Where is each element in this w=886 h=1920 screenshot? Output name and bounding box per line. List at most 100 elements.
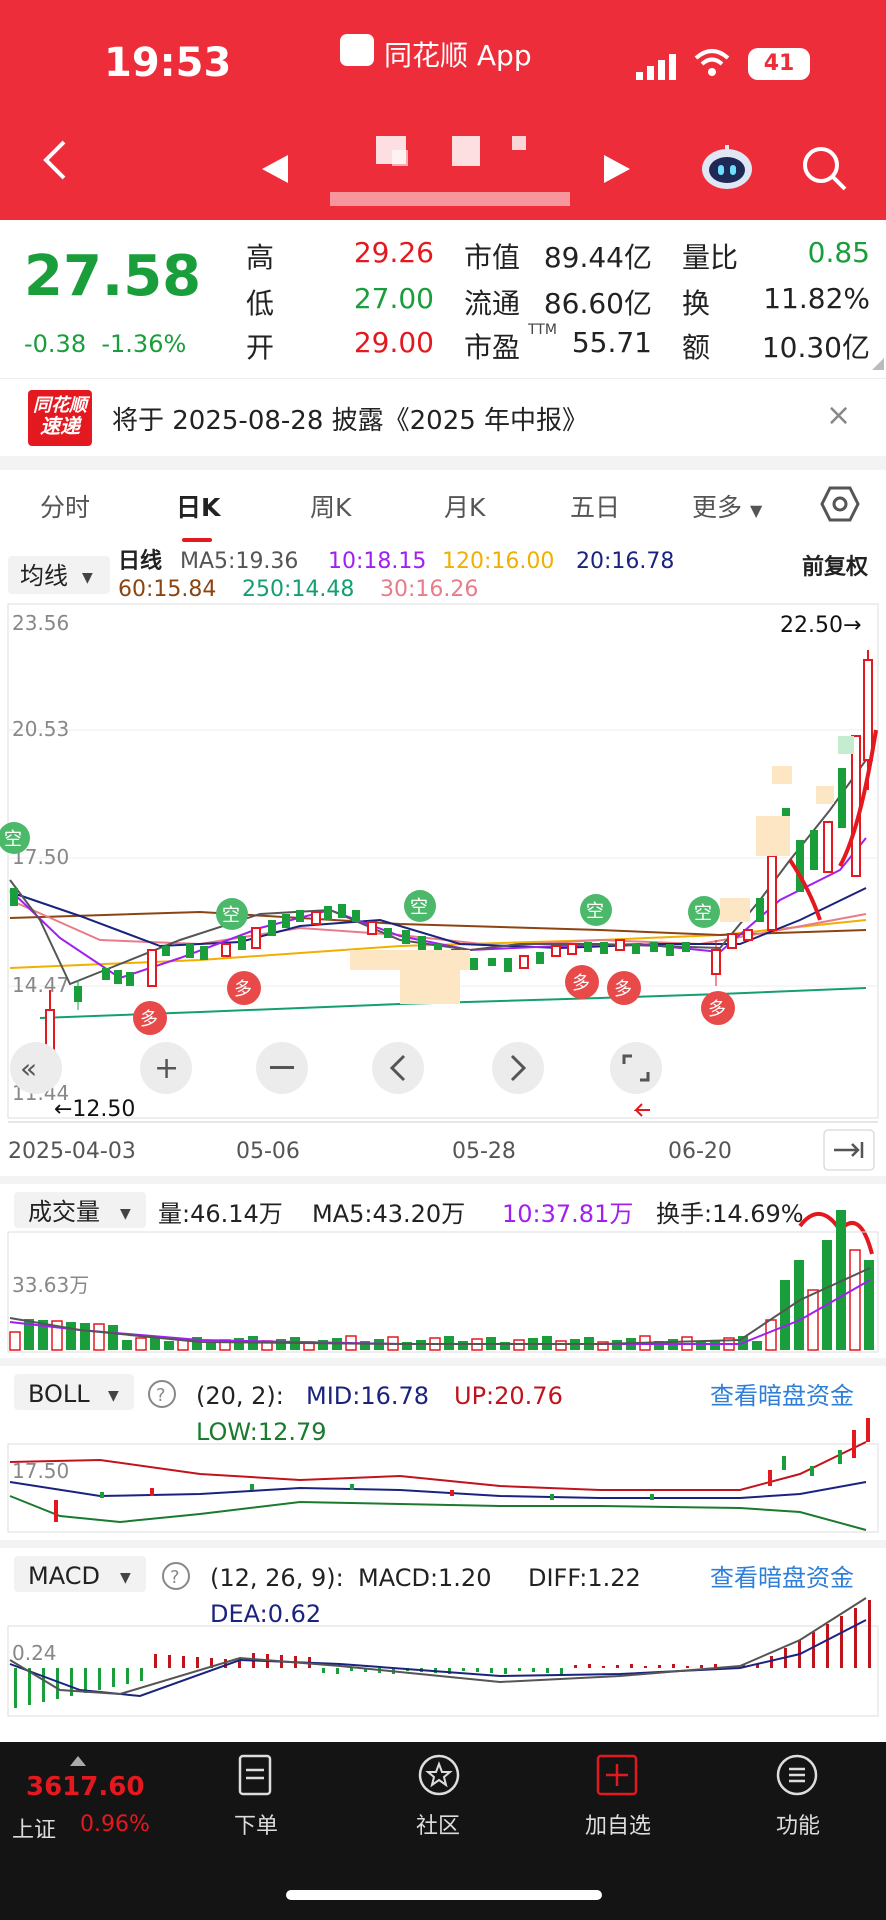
macd-value: MACD:1.20 [358,1564,491,1592]
ma-button[interactable]: 均线 ▼ [8,556,110,594]
macd-bar [182,1656,185,1668]
volume-button[interactable]: 成交量 ▼ [14,1192,146,1228]
signal-kong: 空 [4,829,22,850]
macd-bar [140,1668,143,1681]
order-icon[interactable] [232,1752,278,1798]
ma120-value: 120:16.00 [442,549,554,574]
ma5-value: MA5:19.36 [180,549,298,574]
wifi-icon [694,49,730,76]
ma10-value: 10:18.15 [328,549,426,574]
index-value[interactable]: 3617.60 [26,1772,144,1802]
macd-bar [112,1668,115,1687]
tab-more[interactable]: 更多 ▼ [692,488,762,524]
app-name: 同花顺 App [384,39,532,72]
tab-weekly-k[interactable]: 周K [310,488,351,524]
pe-value: 55.71 [571,326,652,359]
volume-bar [93,1323,105,1351]
chevron-down-icon: ▼ [120,1206,131,1222]
macd-bar [518,1668,521,1671]
chevron-down-icon: ▼ [749,501,763,520]
volume-bar [849,1249,861,1351]
search-icon[interactable] [800,144,848,192]
nav-community[interactable]: 社区 [378,1808,498,1840]
turnover-label: 换 [682,287,711,320]
assistant-robot-icon[interactable] [700,143,754,191]
pe-ttm-sup: TTM [528,322,557,338]
expand-corner-icon[interactable] [872,358,884,370]
fullscreen-button[interactable] [610,1042,662,1094]
chart-canvas: 均线 ▼ 日线 MA5:19.36 10:18.15 120:16.00 20:… [0,546,886,1736]
svg-text:?: ? [170,1567,180,1588]
community-icon[interactable] [416,1752,462,1798]
y-tick: 14.47 [12,973,69,997]
divider [0,1358,886,1366]
volume-bar [807,1289,819,1351]
menu-icon[interactable] [774,1752,820,1798]
volume-ma10: 10:37.81万 [502,1200,633,1228]
move-left-button[interactable] [372,1042,424,1094]
volume-value: 量:46.14万 [158,1200,283,1228]
open-value: 29.00 [353,326,434,359]
amount-label: 额 [682,331,711,364]
mktcap-value: 89.44亿 [543,241,652,274]
divider [0,1540,886,1548]
mktcap-label: 市值 [464,241,521,274]
macd-bar [84,1668,87,1693]
add-watchlist-icon[interactable] [594,1752,640,1798]
app-logo [340,34,374,66]
macd-bar [126,1668,129,1684]
move-right-button[interactable] [492,1042,544,1094]
volume-bar [108,1325,118,1350]
volume-bar [80,1323,90,1350]
ma60-value: 60:15.84 [118,577,216,602]
change-pct: -1.36% [101,330,187,358]
macd-bar [686,1666,689,1668]
amount-value: 10.30亿 [761,331,870,364]
macd-bar [560,1668,563,1674]
tab-monthly-k[interactable]: 月K [444,488,485,524]
back-icon[interactable] [40,140,70,180]
macd-bar [322,1668,325,1673]
macd-bar [504,1668,507,1674]
signal-duo: 多 [234,979,252,1000]
open-label: 开 [246,331,275,364]
macd-darkpool-link[interactable]: 查看暗盘资金 [710,1564,854,1592]
collapse-left-button[interactable]: « [10,1042,62,1094]
boll-darkpool-link[interactable]: 查看暗盘资金 [710,1382,854,1410]
volume-bar [780,1280,790,1350]
next-stock-icon[interactable] [604,155,630,183]
prev-stock-icon[interactable] [262,155,288,183]
adjust-mode[interactable]: 前复权 [802,554,869,580]
tab-five-day[interactable]: 五日 [570,488,620,524]
volume-bar [122,1340,132,1350]
macd-params: (12, 26, 9): [210,1564,344,1592]
divider [0,1176,886,1184]
settings-hex-icon[interactable] [820,484,860,524]
volume-bar [864,1260,874,1350]
nav-order[interactable]: 下单 [196,1808,316,1840]
zoom-in-button[interactable]: + [140,1042,192,1094]
volume-button-label: 成交量 [28,1198,100,1226]
tab-intraday[interactable]: 分时 [40,488,90,524]
last-price: 27.58 [24,244,202,309]
volume-bar [164,1341,174,1350]
tab-daily-k[interactable]: 日K [176,488,220,524]
zoom-out-button[interactable] [256,1042,308,1094]
y-tick: 23.56 [12,611,69,635]
svg-text:?: ? [156,1385,166,1406]
boll-button[interactable]: BOLL ▼ [14,1374,134,1410]
status-time: 19:53 [104,40,232,86]
macd-bar [616,1665,619,1668]
close-icon[interactable]: × [826,398,851,433]
signal-duo: 多 [140,1009,158,1030]
boll-up: UP:20.76 [454,1382,563,1410]
nav-functions[interactable]: 功能 [738,1808,858,1840]
macd-bar [700,1665,703,1668]
high-value: 29.26 [353,236,434,269]
jump-latest-button[interactable] [823,1129,875,1171]
high-marker: 22.50→ [780,613,861,638]
index-expand-icon[interactable] [70,1756,86,1766]
macd-button[interactable]: MACD ▼ [14,1556,146,1592]
low-marker: ←12.50 [54,1097,135,1122]
nav-add-watchlist[interactable]: 加自选 [558,1808,678,1840]
